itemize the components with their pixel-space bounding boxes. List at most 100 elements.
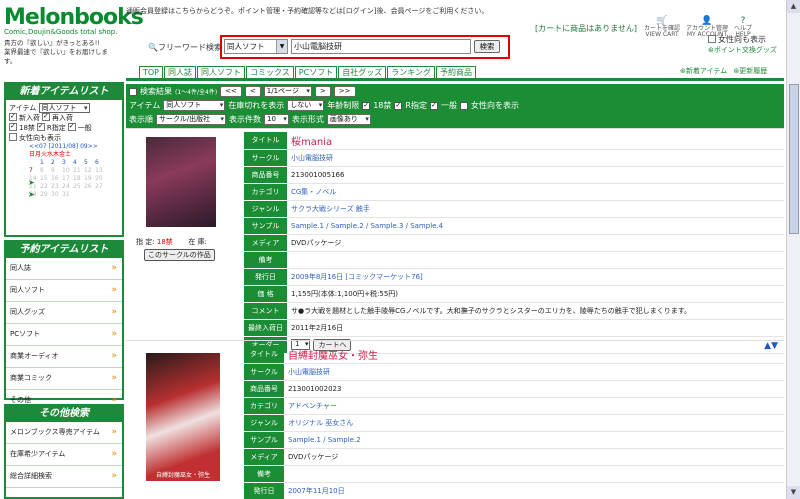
detail-value-text[interactable]: 2009年8月16日 [コミックマーケット76] bbox=[291, 273, 423, 281]
detail-value-text[interactable]: オリジナル 巫女さん bbox=[288, 419, 353, 427]
detail-value-text[interactable]: 桜mania bbox=[291, 137, 332, 148]
update-history-link[interactable]: ⊛更新履歴 bbox=[733, 67, 767, 75]
calendar-day[interactable]: 10 bbox=[62, 167, 71, 175]
search-button[interactable]: 検索 bbox=[474, 40, 500, 53]
detail-value-text[interactable]: CG集・ノベル bbox=[291, 188, 336, 196]
reserve-item[interactable]: 同人グッズ » bbox=[6, 302, 122, 324]
calendar-day[interactable]: 2 bbox=[51, 159, 60, 167]
calendar-day[interactable]: 20 bbox=[95, 175, 104, 183]
checkbox[interactable] bbox=[67, 123, 76, 131]
calendar-day[interactable]: 9 bbox=[51, 167, 60, 175]
product-cover-image[interactable]: 自縛封魔巫女・弥生 bbox=[146, 353, 220, 481]
scrollbar-thumb[interactable] bbox=[789, 84, 799, 234]
calendar-day[interactable]: 7 bbox=[29, 167, 38, 175]
sort-order-select[interactable]: サークル/出版社 bbox=[156, 114, 226, 125]
calendar-day[interactable]: 17 bbox=[62, 175, 71, 183]
detail-value-text[interactable]: アドベンチャー bbox=[288, 402, 337, 410]
other-search-item[interactable]: メロンブックス専売アイテム » bbox=[6, 422, 122, 444]
female-show-checkbox[interactable] bbox=[459, 101, 468, 110]
age-r-checkbox[interactable] bbox=[394, 101, 403, 110]
calendar-day[interactable]: 13 bbox=[95, 167, 104, 175]
detail-value-text[interactable]: サクラ大戦シリーズ 触手 bbox=[291, 205, 370, 213]
checkbox[interactable] bbox=[9, 133, 17, 141]
calendar-day[interactable]: 24 bbox=[62, 183, 71, 191]
detail-row: サンプル Sample.1 / Sample.2 bbox=[244, 431, 784, 449]
result-checkbox[interactable] bbox=[129, 87, 137, 96]
detail-value-text[interactable]: 小山電脳技研 bbox=[288, 368, 330, 376]
detail-value-text[interactable]: 2007年11月10日 bbox=[288, 487, 345, 495]
sidebar-check-2[interactable]: 18禁 bbox=[9, 123, 35, 132]
checkbox[interactable] bbox=[42, 113, 50, 121]
calendar-day[interactable]: 11 bbox=[73, 167, 82, 175]
checkbox[interactable] bbox=[9, 123, 17, 131]
calendar-day[interactable]: 4 bbox=[73, 159, 82, 167]
calendar-nav[interactable]: <<07 [2011/08] 09>> bbox=[29, 143, 119, 151]
new-items-link[interactable]: ⊛新着アイテム bbox=[680, 67, 727, 75]
age-general-checkbox[interactable] bbox=[429, 101, 438, 110]
other-search-label: 在庫希少アイテム bbox=[10, 450, 66, 458]
calendar-day[interactable]: 3 bbox=[62, 159, 71, 167]
prev-page-button[interactable]: < bbox=[244, 86, 261, 97]
checkbox[interactable] bbox=[36, 123, 45, 131]
calendar-day[interactable]: 12 bbox=[84, 167, 93, 175]
female-checkbox[interactable] bbox=[708, 35, 716, 43]
calendar-day[interactable]: 29 bbox=[40, 191, 49, 199]
page-select[interactable]: 1/1ページ bbox=[263, 86, 312, 97]
detail-value-text[interactable]: 自縛封魔巫女・弥生 bbox=[288, 351, 378, 362]
circle-works-button[interactable]: このサークルの作品 bbox=[144, 249, 215, 261]
calendar-day[interactable]: 15 bbox=[40, 175, 49, 183]
scroll-up-icon[interactable]: ▲ bbox=[787, 0, 800, 13]
detail-value-text: DVDパッケージ bbox=[288, 452, 339, 461]
calendar-day[interactable]: 19 bbox=[84, 175, 93, 183]
detail-value-text[interactable]: 小山電脳技研 bbox=[291, 154, 333, 162]
other-search-item[interactable]: 在庫希少アイテム » bbox=[6, 444, 122, 466]
display-format-select[interactable]: 画像あり bbox=[326, 114, 371, 125]
reserve-item[interactable]: 同人誌 » bbox=[6, 258, 122, 280]
calendar-day[interactable]: 30 bbox=[51, 191, 60, 199]
view-cart-link[interactable]: 🛒 カートを確認 VIEW CART bbox=[644, 17, 680, 38]
reserve-item[interactable]: 商業コミック » bbox=[6, 368, 122, 390]
detail-value-text[interactable]: Sample.1 / Sample.2 / Sample.3 / Sample.… bbox=[291, 222, 443, 230]
checkbox[interactable] bbox=[9, 113, 17, 121]
calendar-day[interactable]: 25 bbox=[73, 183, 82, 191]
vertical-scrollbar[interactable]: ▲ ▼ bbox=[786, 0, 800, 499]
calendar-day[interactable]: 27 bbox=[95, 183, 104, 191]
calendar-day[interactable]: 5 bbox=[84, 159, 93, 167]
calendar-day[interactable]: 31 bbox=[62, 191, 71, 199]
age-18-checkbox[interactable] bbox=[362, 101, 371, 110]
female-filter[interactable]: 女性向も表示 ⊛ポイント交換グッズ bbox=[708, 34, 777, 55]
reserve-item[interactable]: 同人ソフト » bbox=[6, 280, 122, 302]
sidebar-check-3[interactable]: R指定 bbox=[36, 123, 66, 132]
last-page-button[interactable]: >> bbox=[333, 86, 356, 97]
calendar-day[interactable]: 8 bbox=[40, 167, 49, 175]
next-page-button[interactable]: > bbox=[314, 86, 331, 97]
reserve-item-label: 同人グッズ bbox=[10, 308, 45, 316]
other-search-item[interactable]: 総合詳細検索 » bbox=[6, 466, 122, 488]
first-page-button[interactable]: << bbox=[220, 86, 242, 97]
calendar-day[interactable]: 23 bbox=[51, 183, 60, 191]
sidebar-check-0[interactable]: 新入荷 bbox=[9, 113, 40, 122]
calendar-day[interactable]: 18 bbox=[73, 175, 82, 183]
point-exchange-link[interactable]: ⊛ポイント交換グッズ bbox=[708, 46, 777, 54]
sidebar-check-5[interactable]: 女性向も表示 bbox=[9, 133, 61, 142]
melonbooks-logo[interactable]: Melonbooks Comic,Doujin&Goods total shop… bbox=[4, 6, 144, 66]
calendar-day[interactable]: 1 bbox=[40, 159, 49, 167]
search-input[interactable]: 小山電脳技研 bbox=[291, 39, 471, 54]
reserve-item[interactable]: PCソフト » bbox=[6, 324, 122, 346]
calendar-day[interactable]: 26 bbox=[84, 183, 93, 191]
calendar-day[interactable]: 16 bbox=[51, 175, 60, 183]
sidebar-check-1[interactable]: 再入荷 bbox=[42, 113, 73, 122]
reserve-item[interactable]: 商業オーディオ » bbox=[6, 346, 122, 368]
product-cover-image[interactable] bbox=[146, 137, 216, 227]
calendar-day[interactable]: 6 bbox=[95, 159, 104, 167]
sidebar-checks: 新入荷 再入荷 18禁 R指定 一般女性向も表示 bbox=[9, 113, 119, 143]
filter-item-select[interactable]: 同人ソフト bbox=[163, 100, 226, 111]
detail-row: 価 格 1,155円(本体:1,100円+税:55円) bbox=[244, 285, 784, 303]
calendar-day[interactable]: 22 bbox=[40, 183, 49, 191]
display-count-select[interactable]: 10 bbox=[264, 114, 289, 125]
search-category-select[interactable]: 同人ソフト ▼ bbox=[224, 39, 288, 54]
scroll-down-icon[interactable]: ▼ bbox=[787, 486, 800, 499]
out-of-stock-select[interactable]: しない bbox=[287, 100, 325, 111]
sidebar-check-4[interactable]: 一般 bbox=[67, 123, 92, 132]
detail-value-text[interactable]: Sample.1 / Sample.2 bbox=[288, 436, 361, 444]
